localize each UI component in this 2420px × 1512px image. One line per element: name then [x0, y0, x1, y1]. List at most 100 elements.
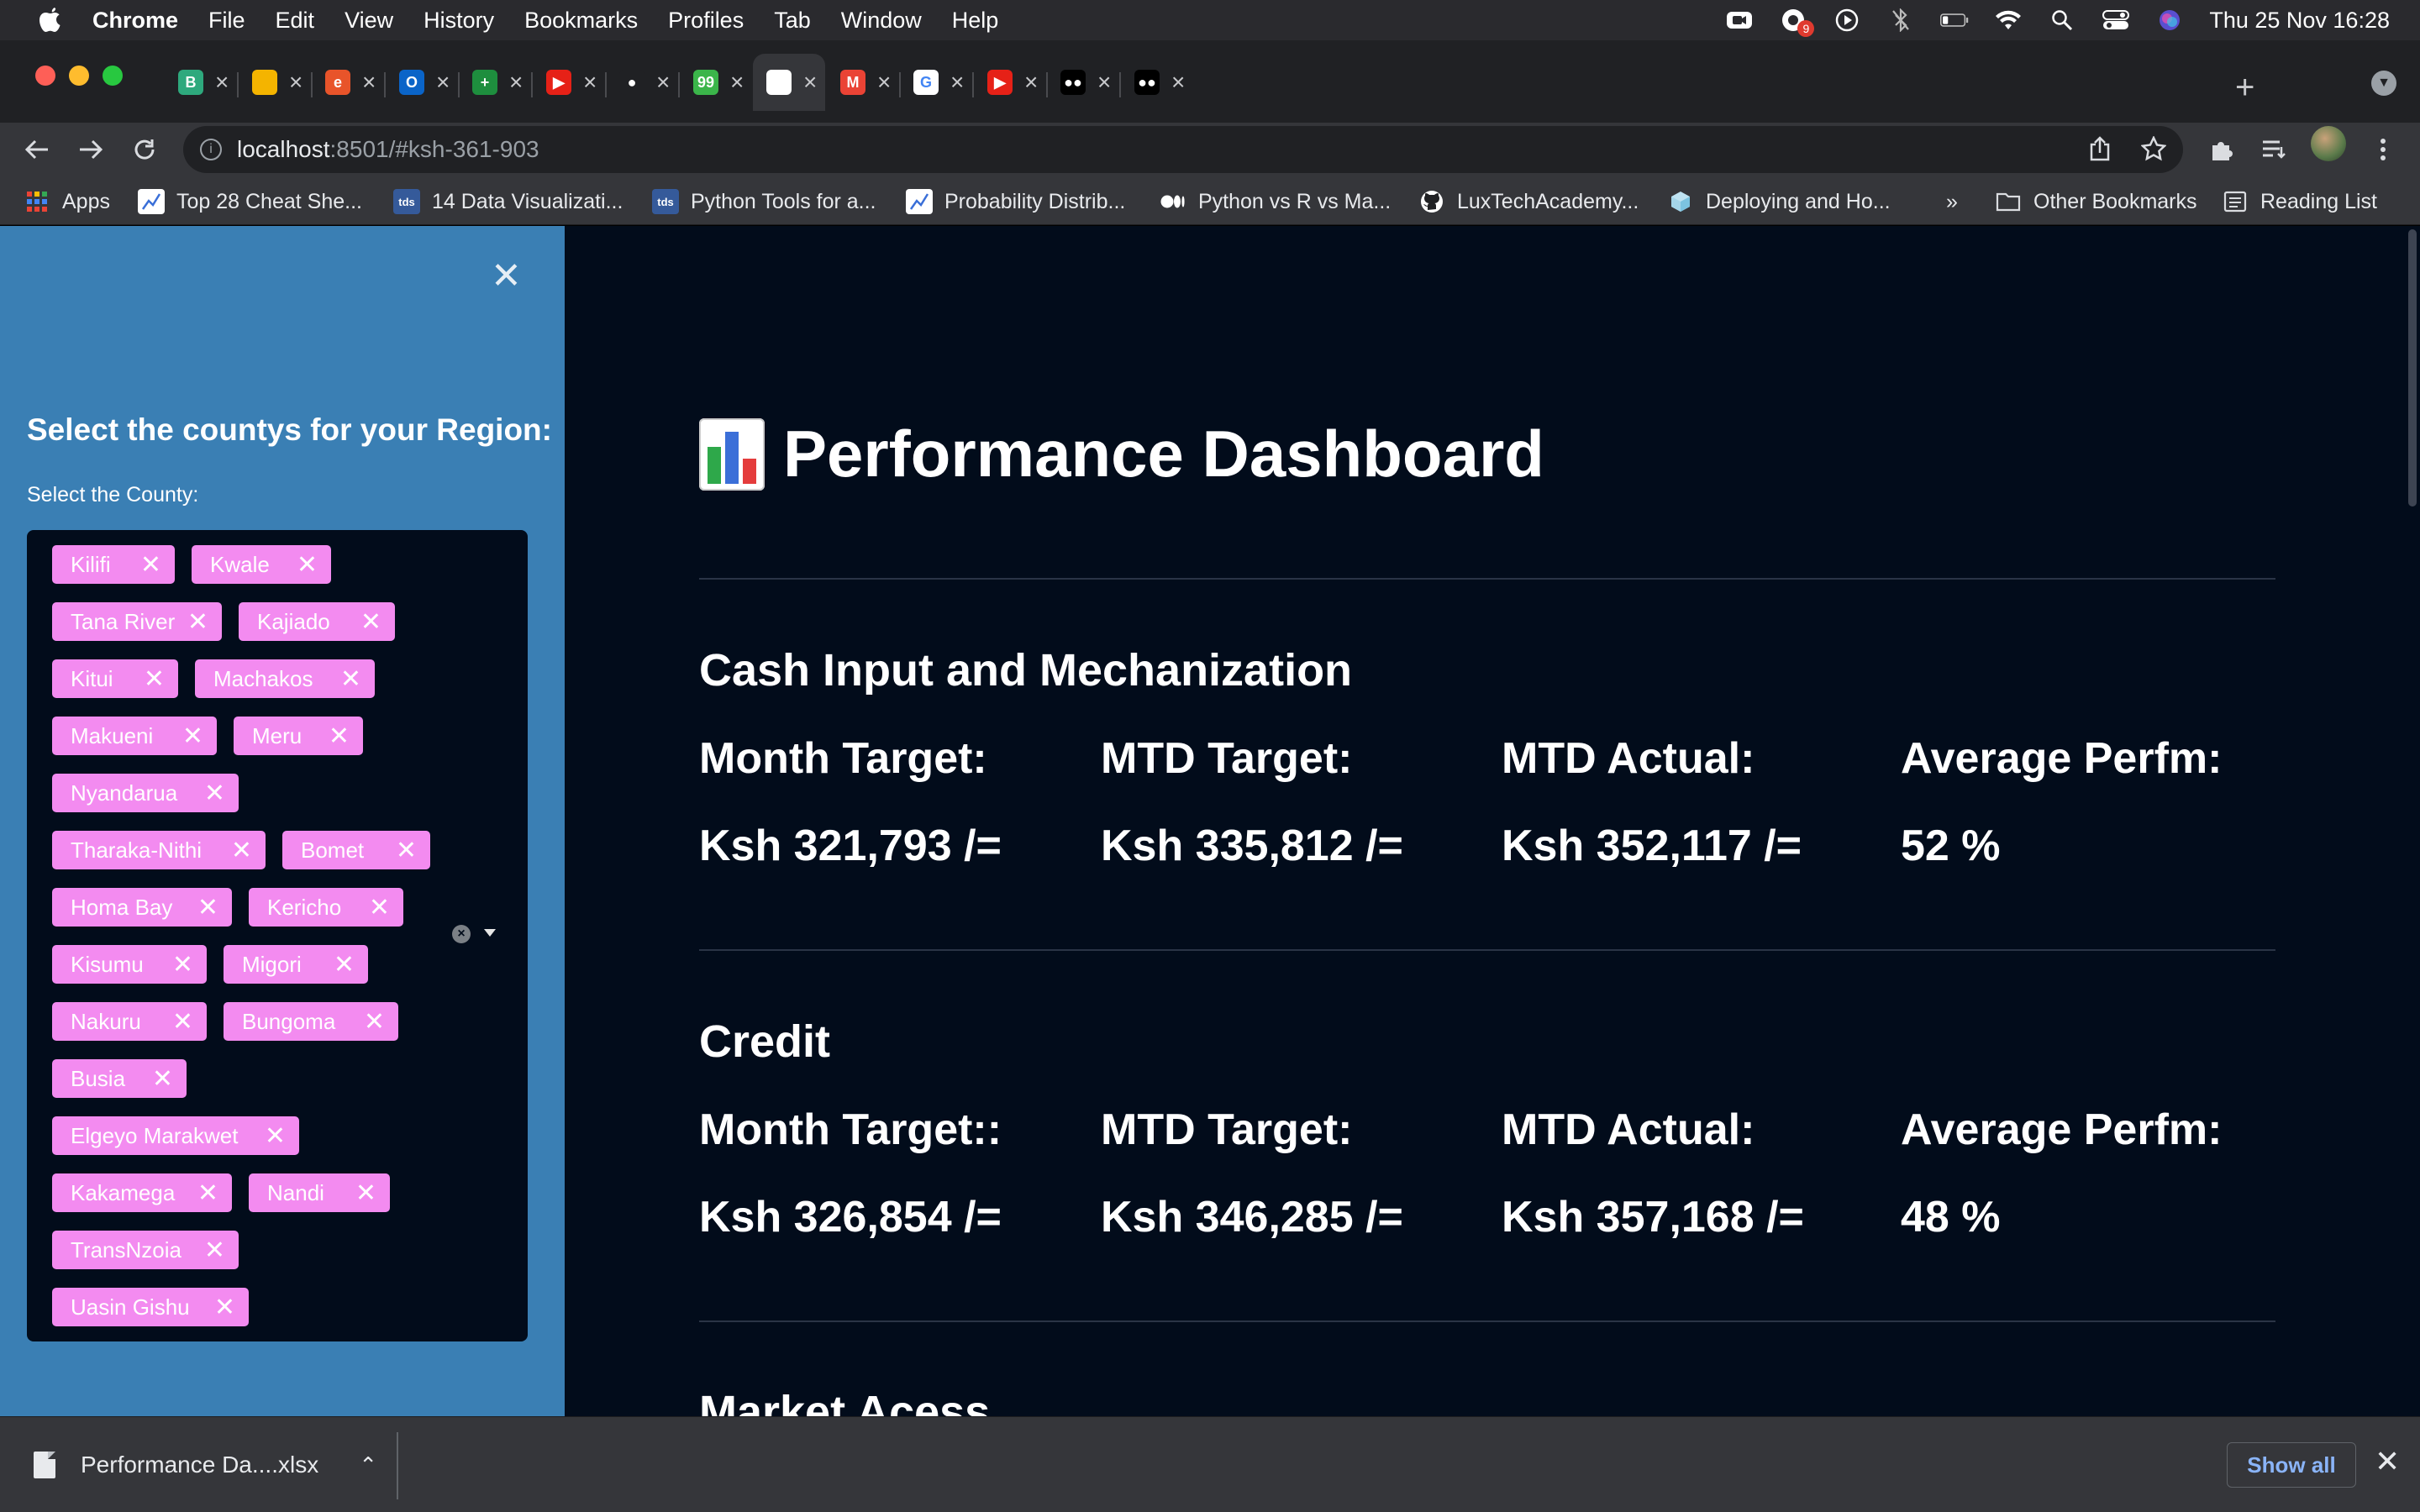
control-center-icon[interactable] — [2102, 8, 2130, 32]
menu-bookmarks[interactable]: Bookmarks — [524, 8, 638, 34]
county-chip[interactable]: Kakamega ✕ — [52, 1173, 232, 1212]
bluetooth-off-icon[interactable] — [1886, 8, 1915, 32]
reading-queue-icon[interactable] — [2257, 133, 2291, 166]
remove-chip-icon[interactable]: ✕ — [214, 1293, 235, 1322]
browser-tab[interactable]: eEver× — [312, 54, 384, 111]
county-chip[interactable]: Nakuru ✕ — [52, 1002, 207, 1041]
county-chip[interactable]: Busia ✕ — [52, 1059, 187, 1098]
page-scrollbar[interactable] — [2408, 229, 2417, 507]
play-circle-icon[interactable] — [1833, 8, 1861, 32]
tab-close-icon[interactable]: × — [436, 69, 450, 96]
browser-tab[interactable]: BHea× — [165, 54, 237, 111]
remove-chip-icon[interactable]: ✕ — [152, 1064, 173, 1094]
menu-tab[interactable]: Tab — [774, 8, 811, 34]
county-multiselect[interactable]: Kilifi ✕ Kwale ✕ Tana River ✕ Kajiado ✕ Kitui ✕ Ma… — [27, 530, 528, 1341]
browser-tab[interactable]: 99(150× — [680, 54, 752, 111]
tab-close-icon[interactable]: × — [1024, 69, 1038, 96]
remove-chip-icon[interactable]: ✕ — [187, 607, 208, 637]
bookmark-deploying[interactable]: Deploying and Ho... — [1667, 185, 1891, 218]
tab-close-icon[interactable]: × — [950, 69, 964, 96]
county-chip[interactable]: Migori ✕ — [224, 945, 368, 984]
county-chip[interactable]: Homa Bay ✕ — [52, 888, 232, 927]
chrome-menu-kebab-icon[interactable] — [2366, 133, 2400, 166]
remove-chip-icon[interactable]: ✕ — [396, 836, 417, 865]
county-chip[interactable]: Meru ✕ — [234, 717, 363, 755]
remove-chip-icon[interactable]: ✕ — [265, 1121, 286, 1151]
dropdown-caret-icon[interactable] — [484, 929, 496, 937]
menu-app-name[interactable]: Chrome — [92, 8, 178, 34]
remove-chip-icon[interactable]: ✕ — [197, 1179, 218, 1208]
browser-tab[interactable]: GYou× — [900, 54, 972, 111]
county-chip[interactable]: Elgeyo Marakwet ✕ — [52, 1116, 299, 1155]
window-close-button[interactable] — [35, 66, 55, 86]
back-arrow-icon[interactable] — [18, 131, 55, 168]
browser-tab[interactable]: ▶How× — [974, 54, 1046, 111]
bookmark-python-tools[interactable]: tds Python Tools for a... — [652, 185, 876, 218]
remove-chip-icon[interactable]: ✕ — [172, 1007, 193, 1037]
bookmark-probability[interactable]: Probability Distrib... — [906, 185, 1125, 218]
county-chip[interactable]: Kilifi ✕ — [52, 545, 175, 584]
menu-file[interactable]: File — [208, 8, 245, 34]
menu-history[interactable]: History — [424, 8, 494, 34]
clear-selection-icon[interactable]: × — [452, 925, 471, 943]
siri-icon[interactable] — [2155, 8, 2184, 32]
bookmark-star-icon[interactable] — [2140, 135, 2167, 168]
share-icon[interactable] — [2089, 136, 2111, 168]
remove-chip-icon[interactable]: ✕ — [360, 607, 381, 637]
tab-close-icon[interactable]: × — [877, 69, 891, 96]
county-chip[interactable]: Kajiado ✕ — [239, 602, 395, 641]
county-chip[interactable]: Machakos ✕ — [195, 659, 375, 698]
sidebar-close-icon[interactable]: ✕ — [491, 258, 522, 295]
remove-chip-icon[interactable]: ✕ — [369, 893, 390, 922]
close-download-shelf-icon[interactable]: ✕ — [2375, 1444, 2400, 1479]
county-chip[interactable]: Tharaka-Nithi ✕ — [52, 831, 266, 869]
forward-arrow-icon[interactable] — [72, 131, 109, 168]
menu-window[interactable]: Window — [841, 8, 922, 34]
menu-view[interactable]: View — [345, 8, 393, 34]
browser-tab[interactable]: Perf× — [753, 54, 825, 111]
extensions-puzzle-icon[interactable] — [2205, 133, 2238, 166]
tab-close-icon[interactable]: × — [362, 69, 376, 96]
browser-tab[interactable]: ●●Pyfo× — [1121, 54, 1193, 111]
tab-close-icon[interactable]: × — [289, 69, 302, 96]
remove-chip-icon[interactable]: ✕ — [204, 779, 225, 808]
county-chip[interactable]: Kitui ✕ — [52, 659, 178, 698]
chevron-up-icon[interactable]: ⌃ — [359, 1452, 377, 1478]
apple-icon[interactable] — [37, 7, 64, 34]
county-chip[interactable]: Kisumu ✕ — [52, 945, 207, 984]
remove-chip-icon[interactable]: ✕ — [355, 1179, 376, 1208]
remove-chip-icon[interactable]: ✕ — [204, 1236, 225, 1265]
show-all-button[interactable]: Show all — [2227, 1442, 2356, 1488]
wifi-icon[interactable] — [1994, 8, 2023, 32]
bookmark-other-bookmarks[interactable]: Other Bookmarks — [1995, 185, 2197, 218]
county-chip[interactable]: TransNzoia ✕ — [52, 1231, 239, 1269]
remove-chip-icon[interactable]: ✕ — [340, 664, 361, 694]
profile-avatar[interactable] — [2311, 126, 2346, 161]
county-chip[interactable]: Bomet ✕ — [282, 831, 430, 869]
tab-close-icon[interactable]: × — [656, 69, 670, 96]
tab-search-chevron-icon[interactable]: ▼ — [2371, 71, 2396, 96]
download-item[interactable]: Performance Da....xlsx ⌃ — [34, 1441, 377, 1489]
battery-icon[interactable] — [1940, 8, 1969, 32]
site-info-icon[interactable]: i — [200, 139, 222, 160]
new-tab-plus-icon[interactable]: + — [2235, 71, 2254, 104]
remove-chip-icon[interactable]: ✕ — [140, 550, 161, 580]
tab-close-icon[interactable]: × — [215, 69, 229, 96]
reload-icon[interactable] — [126, 131, 163, 168]
browser-tab[interactable]: +Perf× — [459, 54, 531, 111]
county-chip[interactable]: Makueni ✕ — [52, 717, 217, 755]
address-bar[interactable]: i localhost:8501/#ksh-361-903 — [183, 126, 2183, 173]
tab-close-icon[interactable]: × — [509, 69, 523, 96]
browser-tab[interactable]: MInbo× — [827, 54, 899, 111]
spotlight-search-icon[interactable] — [2048, 8, 2076, 32]
tab-close-icon[interactable]: × — [803, 69, 817, 96]
tab-close-icon[interactable]: × — [1171, 69, 1185, 96]
browser-tab[interactable]: OMail× — [386, 54, 458, 111]
browser-tab[interactable]: ▶Turn× — [533, 54, 605, 111]
bookmarks-overflow-chevron[interactable]: » — [1946, 185, 1958, 218]
county-chip[interactable]: Tana River ✕ — [52, 602, 222, 641]
remove-chip-icon[interactable]: ✕ — [364, 1007, 385, 1037]
remove-chip-icon[interactable]: ✕ — [329, 722, 350, 751]
tab-close-icon[interactable]: × — [730, 69, 744, 96]
window-minimize-button[interactable] — [69, 66, 89, 86]
